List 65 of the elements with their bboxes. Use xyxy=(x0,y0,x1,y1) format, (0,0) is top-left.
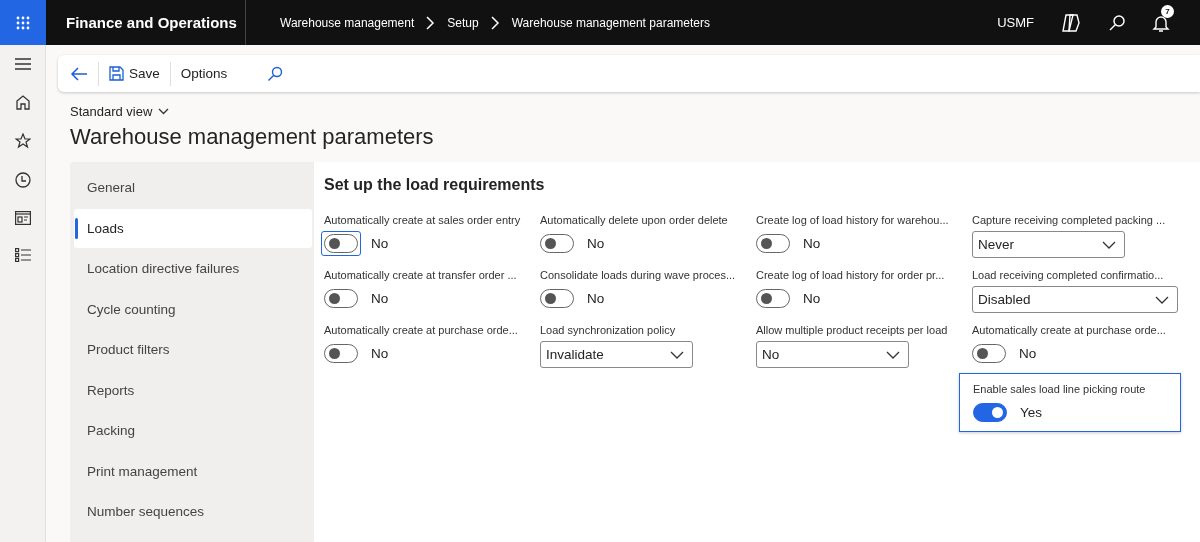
field-label: Create log of load history for order pr... xyxy=(756,269,946,283)
breadcrumb-link[interactable]: Setup xyxy=(447,15,479,30)
page-title: Warehouse management parameters xyxy=(70,124,435,150)
nav-item[interactable]: Product filters xyxy=(74,330,312,369)
workspace-icon[interactable] xyxy=(14,211,31,225)
field-label: Automatically create at purchase orde... xyxy=(972,324,1167,338)
field-label: Consolidate loads during wave proces... xyxy=(540,269,737,283)
notification-count: 7 xyxy=(1161,4,1174,18)
company-picker[interactable]: USMF xyxy=(997,15,1034,30)
toggle-value: No xyxy=(1019,346,1037,361)
dropdown-field[interactable]: Never xyxy=(972,231,1125,258)
dropdown-field[interactable]: Disabled xyxy=(972,286,1178,313)
options-button[interactable]: Options xyxy=(176,62,232,85)
field-label: Automatically create at purchase orde... xyxy=(324,324,519,338)
nav-item[interactable]: Packing xyxy=(74,411,312,450)
toggle-value: No xyxy=(371,346,389,361)
toggle-value: No xyxy=(371,291,389,306)
toggle-value: Yes xyxy=(1020,405,1043,420)
toggle-value: No xyxy=(803,291,821,306)
home-icon[interactable] xyxy=(14,94,31,110)
field-label: Capture receiving completed packing ... xyxy=(972,214,1167,228)
field-label: Load receiving completed confirmatio... xyxy=(972,269,1165,283)
chevron-down-icon xyxy=(670,350,684,359)
field-label: Automatically create at sales order entry xyxy=(324,214,522,228)
clock-icon[interactable] xyxy=(14,172,31,188)
nav-item[interactable]: Reports xyxy=(74,370,312,410)
nav-item[interactable]: Number sequences xyxy=(74,492,312,531)
view-selector[interactable]: Standard view xyxy=(70,104,170,119)
list-icon[interactable] xyxy=(14,248,31,262)
toggle-value: No xyxy=(587,291,605,306)
breadcrumb-link[interactable]: Warehouse management xyxy=(280,15,415,30)
field-label: Load synchronization policy xyxy=(540,324,677,338)
breadcrumb-link[interactable]: Warehouse management parameters xyxy=(511,15,710,30)
copilot-icon[interactable] xyxy=(1060,12,1082,33)
section-title: Set up the load requirements xyxy=(324,176,546,194)
field-label: Create log of load history for warehou... xyxy=(756,214,950,228)
chevron-down-icon xyxy=(886,350,900,359)
chevron-down-icon xyxy=(1155,295,1169,304)
toggle-value: No xyxy=(587,236,605,251)
field-label: Automatically delete upon order delete xyxy=(540,214,729,228)
toggle-switch[interactable] xyxy=(321,231,361,256)
dropdown-field[interactable]: No xyxy=(756,341,909,368)
field-label: Enable sales load line picking route xyxy=(973,383,1147,397)
menu-icon[interactable] xyxy=(14,57,31,71)
toggle-value: No xyxy=(803,236,821,251)
back-arrow-icon[interactable] xyxy=(70,65,88,82)
chevron-right-icon xyxy=(490,15,500,30)
star-icon[interactable] xyxy=(14,133,31,149)
chevron-down-icon xyxy=(158,108,170,115)
nav-item[interactable]: Print management xyxy=(74,451,312,491)
field-label: Automatically create at transfer order ... xyxy=(324,269,518,283)
app-name[interactable]: Finance and Operations xyxy=(46,0,246,45)
nav-item[interactable]: Loads xyxy=(74,208,312,248)
dropdown-field[interactable]: Invalidate xyxy=(540,341,693,368)
nav-item[interactable]: Location directive failures xyxy=(74,249,312,288)
chevron-right-icon xyxy=(426,15,436,30)
toggle-value: No xyxy=(371,236,389,251)
floppy-disk-icon xyxy=(109,66,124,81)
chevron-down-icon xyxy=(1102,240,1116,249)
waffle-icon xyxy=(15,14,31,31)
nav-item[interactable]: General xyxy=(74,168,312,207)
save-button[interactable]: Save xyxy=(105,62,164,85)
field-label: Allow multiple product receipts per load xyxy=(756,324,949,338)
nav-item[interactable]: Cycle counting xyxy=(74,289,312,329)
search-icon[interactable] xyxy=(1108,13,1126,32)
